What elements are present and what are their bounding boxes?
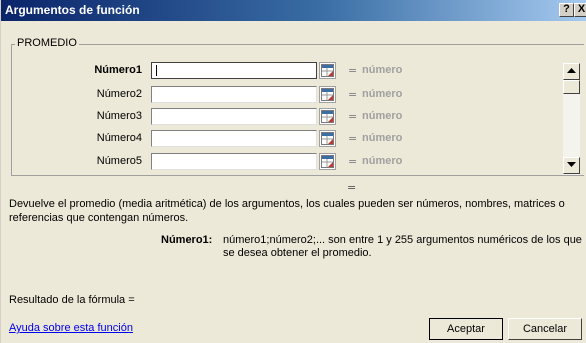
cancel-button[interactable]: Cancelar — [508, 318, 582, 340]
argument-help-name: Número1: — [161, 234, 213, 246]
scroll-thumb[interactable] — [563, 80, 580, 94]
total-equals: = — [347, 181, 357, 194]
range-select-icon — [321, 88, 334, 101]
argument-row: Número4 = número — [1, 130, 586, 149]
range-select-icon — [321, 132, 334, 145]
title-bar[interactable]: Argumentos de función ? X — [1, 0, 586, 21]
range-select-icon — [321, 155, 334, 168]
range-select-icon — [321, 64, 334, 77]
argument-result: número — [362, 110, 403, 122]
argument-row: Número2 = número — [1, 86, 586, 105]
argument-equals: = — [348, 88, 358, 101]
function-description: Devuelve el promedio (media aritmética) … — [9, 198, 565, 224]
close-button[interactable]: X — [574, 3, 586, 17]
collapse-dialog-button[interactable] — [319, 62, 336, 79]
argument-label: Número3 — [96, 110, 142, 122]
argument-result: número — [362, 132, 403, 144]
collapse-dialog-button[interactable] — [319, 153, 336, 170]
scroll-up-button[interactable] — [563, 63, 580, 80]
ok-button[interactable]: Aceptar — [429, 318, 503, 340]
argument-row: Número1 = número — [1, 62, 586, 81]
arrow-up-icon — [567, 68, 576, 73]
arrow-down-icon — [567, 162, 576, 167]
help-link[interactable]: Ayuda sobre esta función — [9, 322, 133, 334]
argument-result: número — [362, 155, 403, 167]
argument-input[interactable] — [151, 130, 317, 147]
argument-result: número — [362, 88, 403, 100]
argument-label: Número2 — [96, 88, 142, 100]
range-select-icon — [321, 110, 334, 123]
argument-row: Número3 = número — [1, 108, 586, 127]
arguments-scrollbar[interactable] — [563, 63, 580, 175]
argument-equals: = — [348, 155, 358, 168]
argument-equals: = — [348, 132, 358, 145]
argument-equals: = — [348, 64, 358, 77]
argument-equals: = — [348, 110, 358, 123]
argument-help-text: número1;número2;... son entre 1 y 255 ar… — [223, 234, 582, 259]
function-name-label: PROMEDIO — [15, 37, 79, 49]
function-arguments-dialog: Argumentos de función ? X PROMEDIO Númer… — [0, 0, 586, 343]
argument-label: Número5 — [96, 155, 142, 167]
scroll-down-button[interactable] — [563, 157, 580, 174]
argument-input[interactable] — [151, 86, 317, 103]
collapse-dialog-button[interactable] — [319, 108, 336, 125]
help-button[interactable]: ? — [559, 3, 574, 17]
text-caret — [156, 65, 157, 76]
dialog-title: Argumentos de función — [5, 3, 140, 17]
argument-input[interactable] — [151, 153, 317, 170]
argument-label: Número1 — [94, 64, 142, 76]
argument-input[interactable] — [151, 108, 317, 125]
argument-result: número — [362, 64, 403, 76]
collapse-dialog-button[interactable] — [319, 86, 336, 103]
argument-label: Número4 — [96, 132, 142, 144]
collapse-dialog-button[interactable] — [319, 130, 336, 147]
argument-row: Número5 = número — [1, 153, 586, 172]
formula-result-label: Resultado de la fórmula = — [9, 294, 135, 306]
argument-input[interactable] — [151, 62, 317, 79]
